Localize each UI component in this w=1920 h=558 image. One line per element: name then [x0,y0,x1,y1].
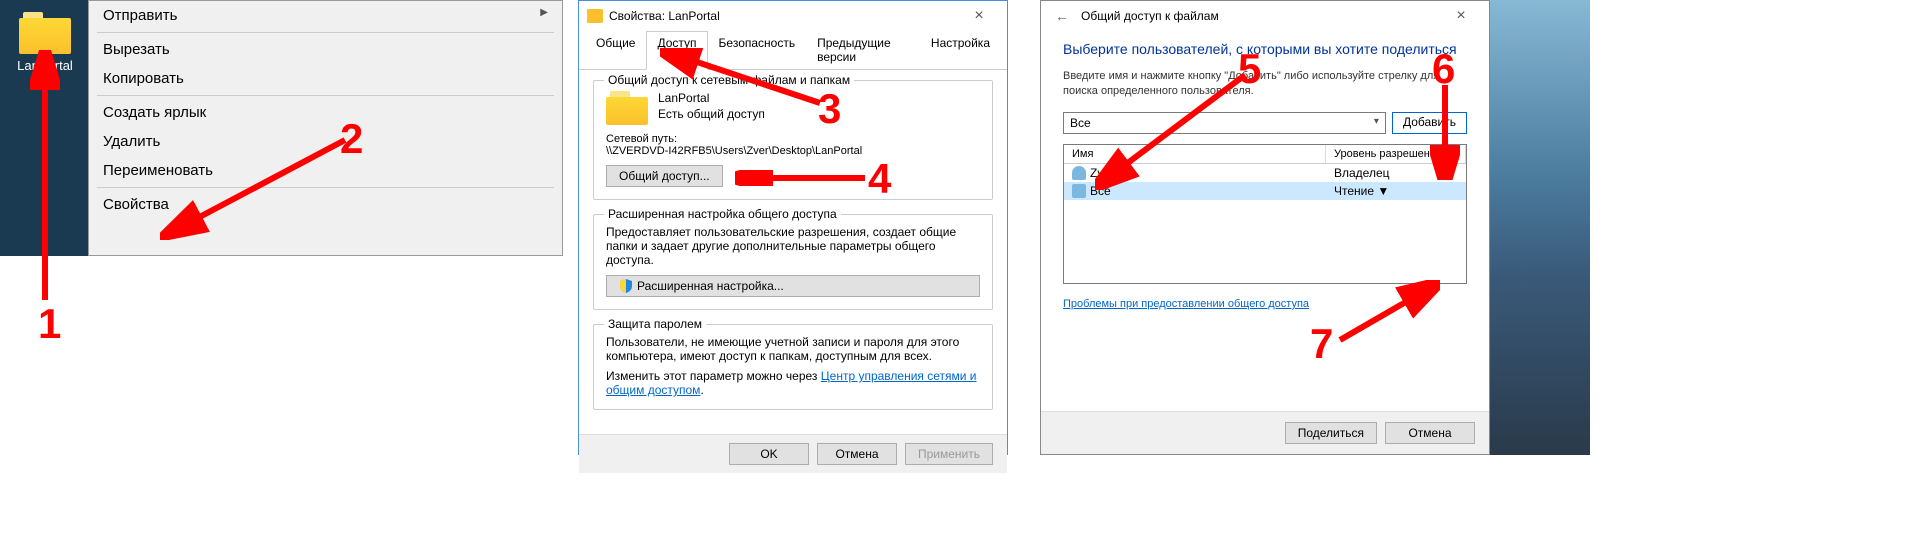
annotation-4: 4 [868,155,891,203]
advanced-sharing-group: Расширенная настройка общего доступа Пре… [593,214,993,310]
group-title: Защита паролем [604,317,706,331]
dialog-button-bar: OK Отмена Применить [579,434,1007,473]
user-combo[interactable]: Все [1063,112,1386,134]
separator [97,187,554,188]
wizard-button-bar: Поделиться Отмена [1041,411,1489,454]
tab-previous-versions[interactable]: Предыдущие версии [806,31,920,69]
ctx-send-to[interactable]: Отправить ▶ [89,1,562,30]
group-icon [1072,184,1086,198]
back-arrow-icon[interactable]: ← [1049,8,1075,24]
user-permission[interactable]: Чтение ▼ [1326,182,1466,200]
separator [97,95,554,96]
wizard-titlebar: ← Общий доступ к файлам × [1041,1,1489,31]
separator [97,32,554,33]
folder-icon [606,91,648,125]
shared-folder-info: LanPortal Есть общий доступ [606,91,980,125]
ctx-copy[interactable]: Копировать [89,64,562,93]
window-title: Свойства: LanPortal [609,9,959,23]
group-description: Пользователи, не имеющие учетной записи … [606,335,980,363]
troubleshoot-link[interactable]: Проблемы при предоставлении общего досту… [1063,298,1309,310]
folder-label: LanPortal [10,58,80,73]
user-name: Все [1090,184,1111,198]
password-protection-group: Защита паролем Пользователи, не имеющие … [593,324,993,410]
context-menu: Отправить ▶ Вырезать Копировать Создать я… [88,0,563,256]
network-sharing-group: Общий доступ к сетевым файлам и папкам L… [593,80,993,200]
user-permission: Владелец [1326,164,1466,182]
close-icon[interactable]: × [959,7,999,25]
ctx-cut[interactable]: Вырезать [89,35,562,64]
annotation-2: 2 [340,115,363,163]
folder-name: LanPortal [658,91,765,107]
share-button[interactable]: Общий доступ... [606,165,723,187]
tab-sharing[interactable]: Доступ [646,31,707,70]
user-icon [1072,166,1086,180]
folder-icon [19,12,71,54]
desktop-wallpaper [1490,0,1590,455]
desktop-folder-icon[interactable]: LanPortal [10,12,80,73]
annotation-1: 1 [38,300,61,348]
user-row[interactable]: Все Чтение ▼ [1064,182,1466,200]
folder-status: Есть общий доступ [658,107,765,123]
annotation-3: 3 [818,85,841,133]
tab-content: Общий доступ к сетевым файлам и папкам L… [579,70,1007,434]
tab-security[interactable]: Безопасность [708,31,807,69]
annotation-7: 7 [1310,320,1333,368]
tab-general[interactable]: Общие [585,31,646,69]
titlebar: Свойства: LanPortal × [579,1,1007,31]
ctx-properties[interactable]: Свойства [89,190,562,219]
ctx-rename[interactable]: Переименовать [89,156,562,185]
tab-customize[interactable]: Настройка [920,31,1001,69]
button-label: Расширенная настройка... [637,279,784,293]
column-name[interactable]: Имя [1064,145,1326,163]
user-name: Zver [1090,166,1114,180]
cancel-button[interactable]: Отмена [1385,422,1475,444]
group-description: Предоставляет пользовательские разрешени… [606,225,980,267]
annotation-6: 6 [1432,45,1455,93]
user-row[interactable]: Zver Владелец [1064,164,1466,182]
column-permission[interactable]: Уровень разрешений [1326,145,1466,163]
tab-strip: Общие Доступ Безопасность Предыдущие вер… [579,31,1007,70]
net-path-value: \\ZVERDVD-I42RFB5\Users\Zver\Desktop\Lan… [606,145,980,157]
wizard-instruction: Введите имя и нажмите кнопку "Добавить" … [1063,69,1467,100]
change-text: Изменить этот параметр можно через [606,369,821,383]
desktop-area: LanPortal Отправить ▶ Вырезать Копировать… [0,0,563,256]
close-icon[interactable]: × [1441,7,1481,25]
ctx-label: Отправить [103,7,177,24]
ok-button[interactable]: OK [729,443,809,465]
apply-button[interactable]: Применить [905,443,993,465]
shield-icon [619,279,633,293]
wizard-title: Общий доступ к файлам [1081,9,1219,23]
group-title: Общий доступ к сетевым файлам и папкам [604,73,854,87]
wizard-heading: Выберите пользователей, с которыми вы хо… [1063,41,1467,57]
folder-icon [587,9,603,23]
ctx-shortcut[interactable]: Создать ярлык [89,98,562,127]
advanced-settings-button[interactable]: Расширенная настройка... [606,275,980,297]
properties-dialog: Свойства: LanPortal × Общие Доступ Безоп… [578,0,1008,455]
share-button[interactable]: Поделиться [1285,422,1377,444]
user-list: Имя Уровень разрешений Zver Владелец Все… [1063,144,1467,284]
net-path-label: Сетевой путь: [606,133,980,145]
cancel-button[interactable]: Отмена [817,443,897,465]
annotation-5: 5 [1238,45,1261,93]
ctx-delete[interactable]: Удалить [89,127,562,156]
submenu-arrow-icon: ▶ [540,7,548,18]
add-button[interactable]: Добавить [1392,112,1467,134]
group-title: Расширенная настройка общего доступа [604,207,841,221]
file-sharing-wizard: ← Общий доступ к файлам × Выберите польз… [1040,0,1490,455]
